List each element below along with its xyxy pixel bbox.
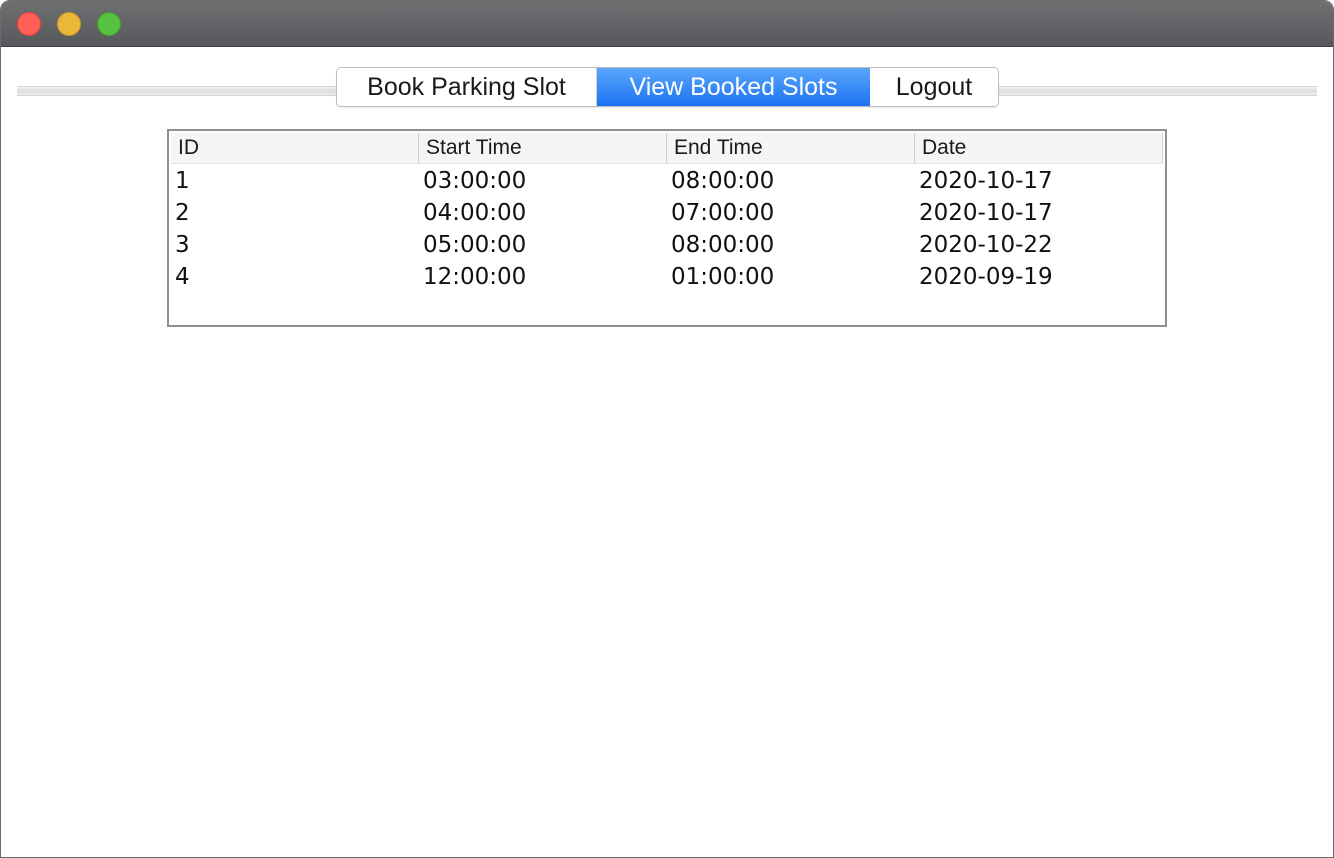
booked-slots-table[interactable]: ID Start Time End Time Date 1 03:00:00 0… bbox=[167, 129, 1167, 327]
cell-end-time: 08:00:00 bbox=[671, 168, 775, 194]
column-header-start-time[interactable]: Start Time bbox=[419, 133, 667, 163]
tab-logout[interactable]: Logout bbox=[870, 68, 998, 106]
cell-id: 1 bbox=[175, 168, 190, 194]
column-header-date[interactable]: Date bbox=[915, 133, 1163, 163]
column-header-id[interactable]: ID bbox=[171, 133, 419, 163]
cell-date: 2020-10-22 bbox=[919, 232, 1053, 258]
tab-bar: Book Parking Slot View Booked Slots Logo… bbox=[336, 67, 999, 107]
cell-date: 2020-09-19 bbox=[919, 264, 1053, 290]
title-bar[interactable] bbox=[1, 1, 1333, 47]
table-body: 1 03:00:00 08:00:00 2020-10-17 2 04:00:0… bbox=[171, 165, 1163, 293]
tab-book-parking-slot[interactable]: Book Parking Slot bbox=[337, 68, 597, 106]
cell-id: 2 bbox=[175, 200, 190, 226]
cell-id: 4 bbox=[175, 264, 190, 290]
table-row[interactable]: 4 12:00:00 01:00:00 2020-09-19 bbox=[171, 261, 1163, 293]
cell-start-time: 12:00:00 bbox=[423, 264, 527, 290]
minimize-window-button[interactable] bbox=[57, 12, 81, 36]
maximize-window-button[interactable] bbox=[97, 12, 121, 36]
table-header: ID Start Time End Time Date bbox=[171, 133, 1163, 164]
cell-start-time: 04:00:00 bbox=[423, 200, 527, 226]
cell-date: 2020-10-17 bbox=[919, 200, 1053, 226]
cell-end-time: 07:00:00 bbox=[671, 200, 775, 226]
table-row[interactable]: 3 05:00:00 08:00:00 2020-10-22 bbox=[171, 229, 1163, 261]
table-row[interactable]: 1 03:00:00 08:00:00 2020-10-17 bbox=[171, 165, 1163, 197]
cell-id: 3 bbox=[175, 232, 190, 258]
table-row[interactable]: 2 04:00:00 07:00:00 2020-10-17 bbox=[171, 197, 1163, 229]
cell-date: 2020-10-17 bbox=[919, 168, 1053, 194]
close-window-button[interactable] bbox=[17, 12, 41, 36]
app-window: Book Parking Slot View Booked Slots Logo… bbox=[0, 0, 1334, 858]
cell-start-time: 05:00:00 bbox=[423, 232, 527, 258]
cell-end-time: 01:00:00 bbox=[671, 264, 775, 290]
cell-start-time: 03:00:00 bbox=[423, 168, 527, 194]
cell-end-time: 08:00:00 bbox=[671, 232, 775, 258]
tab-view-booked-slots[interactable]: View Booked Slots bbox=[597, 68, 870, 106]
column-header-end-time[interactable]: End Time bbox=[667, 133, 915, 163]
